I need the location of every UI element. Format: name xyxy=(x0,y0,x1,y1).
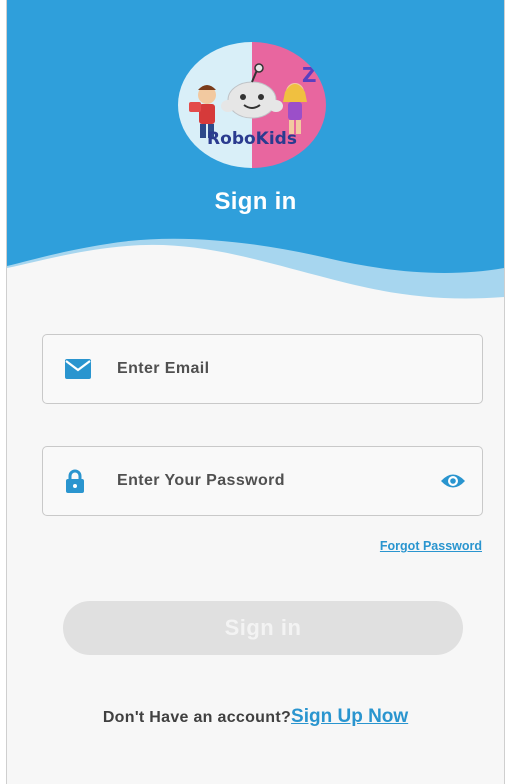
sign-up-link[interactable]: Sign Up Now xyxy=(291,706,408,727)
password-field[interactable] xyxy=(42,446,483,516)
eye-icon[interactable] xyxy=(440,472,466,490)
svg-text:Z: Z xyxy=(302,63,317,87)
robokids-logo: Z RoboKids xyxy=(177,40,327,170)
email-input[interactable] xyxy=(117,335,417,403)
signup-prompt-text: Don't Have an account? xyxy=(102,709,292,726)
forgot-password-link[interactable]: Forgot Password xyxy=(380,539,482,553)
email-field[interactable] xyxy=(42,334,483,404)
page-title: Sign in xyxy=(214,188,297,215)
password-input[interactable] xyxy=(117,447,417,515)
app-screen: Z RoboKids Sign in Enter Email Forgot Pa… xyxy=(6,0,505,784)
header-banner: Z RoboKids Sign in xyxy=(7,0,504,310)
lock-icon xyxy=(65,469,85,493)
signup-prompt-row: Don't Have an account?Sign Up Now xyxy=(7,706,504,728)
svg-text:RoboKids: RoboKids xyxy=(207,129,297,149)
envelope-icon xyxy=(65,359,91,379)
sign-in-button[interactable]: Sign in xyxy=(63,601,463,655)
